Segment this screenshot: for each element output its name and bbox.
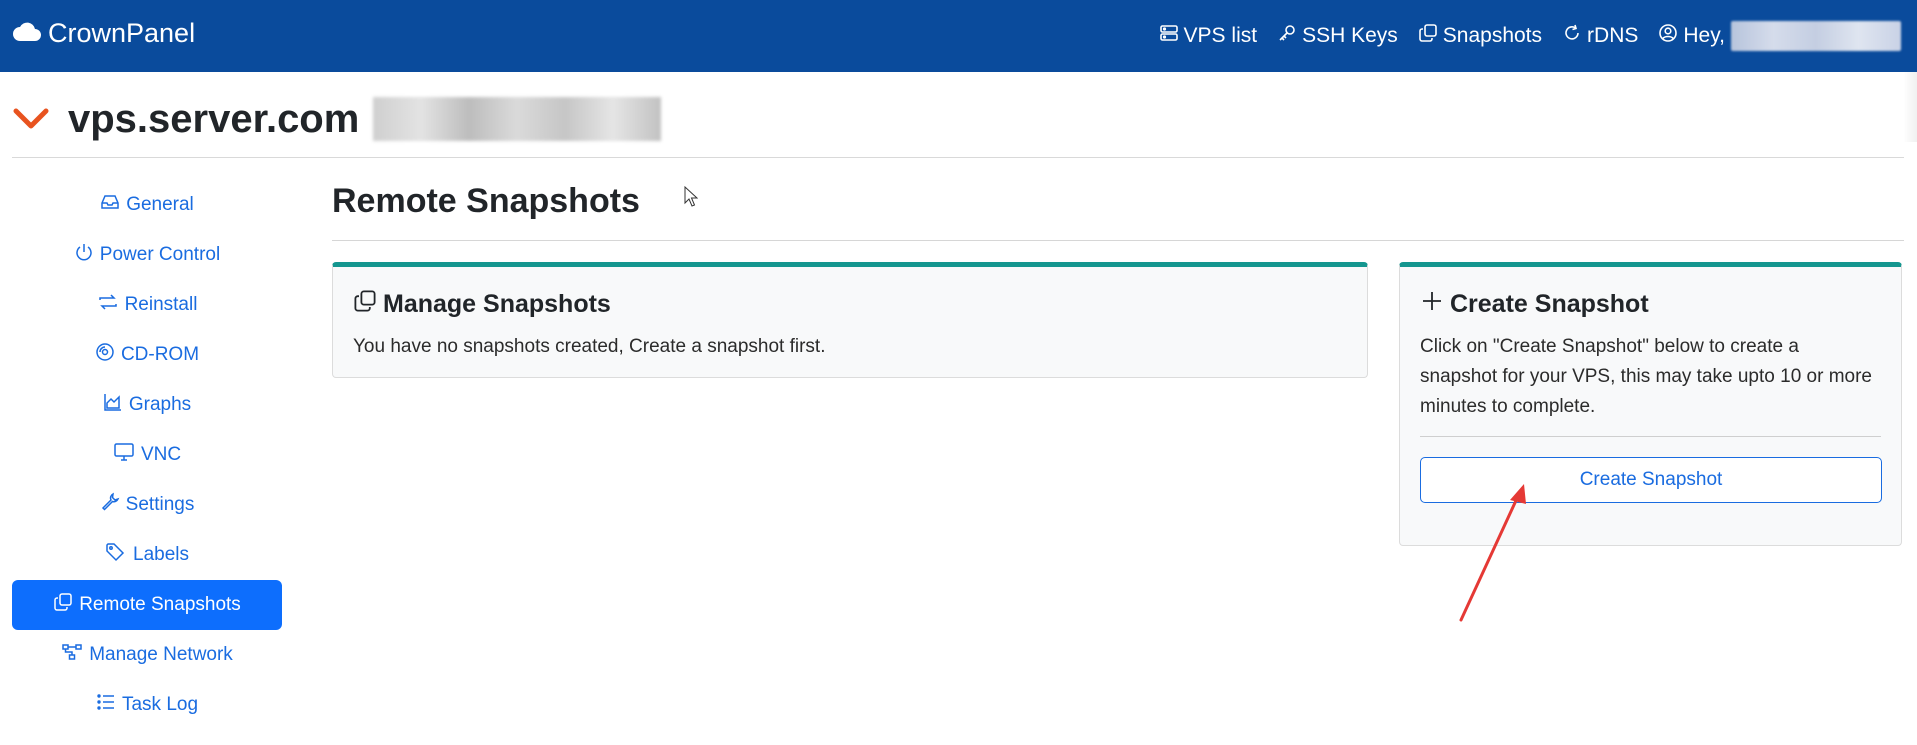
list-icon: [96, 692, 122, 718]
manage-snapshots-card: Manage Snapshots You have no snapshots c…: [332, 262, 1368, 378]
nav-rdns[interactable]: rDNS: [1562, 23, 1638, 49]
vps-hostname: vps.server.com: [68, 96, 360, 141]
create-snapshot-title-text: Create Snapshot: [1450, 290, 1649, 318]
manage-snapshots-title: Manage Snapshots: [353, 289, 1347, 320]
sidebar-item-label: Task Log: [121, 694, 199, 715]
user-greeting: Hey,: [1683, 24, 1725, 47]
card-divider: [1420, 436, 1881, 437]
nav-rdns-label: rDNS: [1587, 24, 1639, 47]
sidebar-item-graphs[interactable]: Graphs: [12, 380, 282, 430]
area-chart-icon: [103, 392, 129, 418]
create-snapshot-title: Create Snapshot: [1420, 289, 1881, 320]
nav-snapshots[interactable]: Snapshots: [1418, 23, 1542, 49]
sidebar-item-label: VNC: [140, 444, 182, 465]
sidebar: General Power Control Reinstall CD-ROM G…: [12, 180, 282, 730]
title-divider: [332, 240, 1904, 241]
sidebar-item-labels[interactable]: Labels: [12, 530, 282, 580]
nav-ssh-keys[interactable]: SSH Keys: [1277, 23, 1398, 49]
sidebar-item-manage-network[interactable]: Manage Network: [12, 630, 282, 680]
brand-link[interactable]: CrownPanel: [12, 18, 195, 49]
monitor-icon: [113, 442, 141, 468]
plus-icon: [1420, 289, 1450, 320]
power-icon: [74, 242, 100, 268]
nav-snapshots-label: Snapshots: [1442, 24, 1543, 47]
inbox-icon: [100, 192, 126, 218]
sidebar-item-label: Graphs: [128, 394, 192, 415]
manage-snapshots-text: You have no snapshots created, Create a …: [353, 336, 826, 357]
sidebar-item-cd-rom[interactable]: CD-ROM: [12, 330, 282, 380]
sidebar-item-label: CD-ROM: [120, 344, 200, 365]
manage-snapshots-title-text: Manage Snapshots: [383, 290, 611, 318]
chevron-down-icon[interactable]: [12, 106, 50, 132]
nav-user-menu[interactable]: Hey,: [1658, 21, 1901, 51]
copy-icon: [1418, 23, 1443, 49]
tags-icon: [105, 542, 133, 568]
copy-icon: [53, 592, 79, 618]
vps-header: vps.server.com: [12, 94, 662, 144]
nav-ssh-keys-label: SSH Keys: [1302, 24, 1398, 47]
header-divider: [12, 157, 1904, 158]
sidebar-item-vnc[interactable]: VNC: [12, 430, 282, 480]
sidebar-item-label: Power Control: [99, 244, 221, 265]
key-icon: [1277, 23, 1302, 49]
user-circle-icon: [1658, 23, 1683, 49]
sidebar-item-label: Settings: [125, 494, 195, 515]
sidebar-item-label: Remote Snapshots: [79, 594, 241, 615]
sidebar-item-label: Reinstall: [124, 294, 198, 315]
create-snapshot-text: Click on "Create Snapshot" below to crea…: [1420, 336, 1873, 417]
annotation-arrow-icon: [1459, 484, 1526, 622]
server-icon: [1159, 23, 1184, 49]
nav-links: VPS list SSH Keys Snapshots rDNS Hey,: [1139, 0, 1901, 72]
sidebar-item-general[interactable]: General: [12, 180, 282, 230]
diagram-icon: [61, 642, 89, 668]
sidebar-item-settings[interactable]: Settings: [12, 480, 282, 530]
redacted-username: [1731, 21, 1901, 51]
sidebar-item-label: Manage Network: [89, 644, 233, 665]
sidebar-item-power-control[interactable]: Power Control: [12, 230, 282, 280]
nav-vps-list-label: VPS list: [1183, 24, 1258, 47]
nav-vps-list[interactable]: VPS list: [1159, 23, 1258, 49]
redacted-ip: [373, 97, 662, 141]
page-edge-shadow: [1903, 72, 1917, 142]
sidebar-item-task-log[interactable]: Task Log: [12, 680, 282, 730]
copy-icon: [353, 289, 383, 320]
wrench-icon: [100, 492, 126, 518]
disc-icon: [95, 342, 121, 368]
sidebar-item-label: General: [126, 194, 194, 215]
top-navbar: CrownPanel VPS list SSH Keys Snapshots r…: [0, 0, 1917, 72]
sidebar-item-reinstall[interactable]: Reinstall: [12, 280, 282, 330]
page-title: Remote Snapshots: [332, 182, 640, 220]
repeat-icon: [97, 292, 125, 318]
cloud-icon: [12, 18, 48, 49]
mouse-cursor-icon: [684, 185, 699, 213]
sidebar-item-remote-snapshots[interactable]: Remote Snapshots: [12, 580, 282, 630]
brand-name: CrownPanel: [48, 18, 196, 48]
refresh-icon: [1562, 23, 1587, 49]
sidebar-item-label: Labels: [133, 544, 189, 565]
